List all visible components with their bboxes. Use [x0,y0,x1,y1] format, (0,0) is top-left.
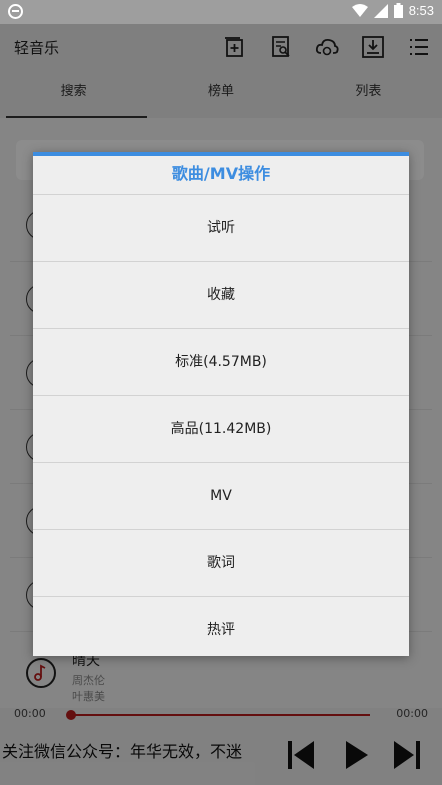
wifi-icon [351,3,368,17]
option-favorite[interactable]: 收藏 [33,261,409,328]
status-time: 8:53 [408,3,434,18]
status-bar: 8:53 [0,0,442,24]
signal-icon [373,3,388,18]
option-lyrics[interactable]: 歌词 [33,529,409,596]
option-standard-quality[interactable]: 标准(4.57MB) [33,328,409,395]
song-actions-dialog: 歌曲/MV操作 试听 收藏 标准(4.57MB) 高品(11.42MB) MV … [33,152,409,656]
option-mv[interactable]: MV [33,462,409,529]
option-high-quality[interactable]: 高品(11.42MB) [33,395,409,462]
option-hot-comments[interactable]: 热评 [33,596,409,663]
option-preview[interactable]: 试听 [33,194,409,261]
sync-status-icon [8,4,23,19]
dialog-title: 歌曲/MV操作 [171,164,271,183]
status-right: 8:53 [351,3,434,18]
battery-icon [393,3,403,18]
